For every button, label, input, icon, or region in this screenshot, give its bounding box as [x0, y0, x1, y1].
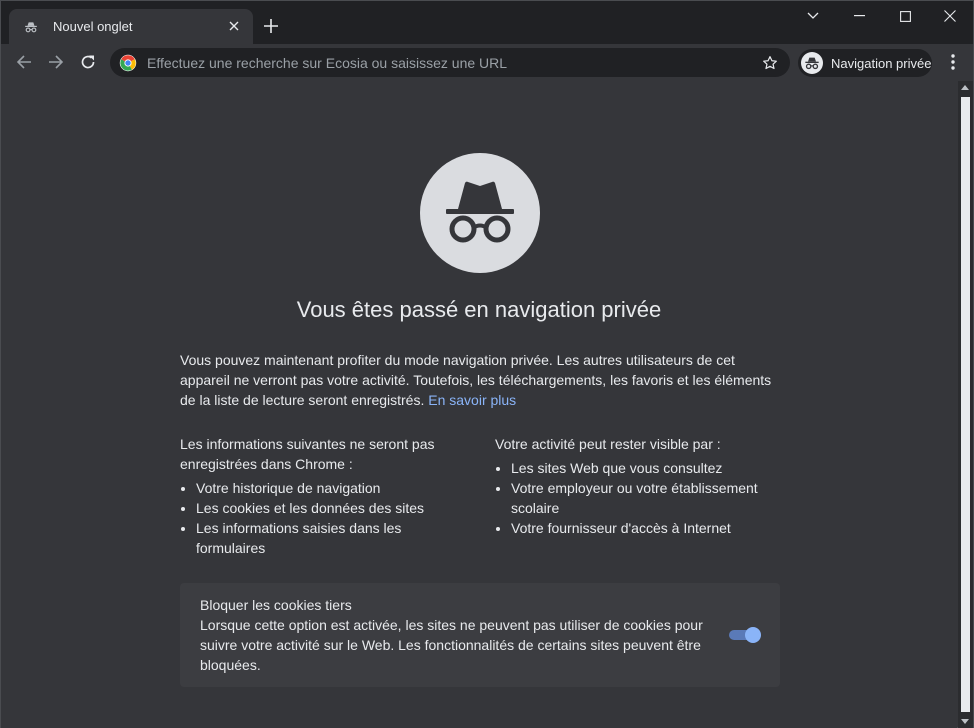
list-item: Votre fournisseur d'accès à Internet [511, 518, 780, 538]
back-button[interactable] [10, 48, 38, 76]
list-item: Votre historique de navigation [196, 478, 470, 498]
learn-more-link[interactable]: En savoir plus [428, 392, 516, 408]
intro-paragraph: Vous pouvez maintenant profiter du mode … [180, 350, 780, 410]
star-icon [763, 55, 777, 69]
tab-strip: Nouvel onglet [1, 1, 973, 44]
cookies-card-description: Lorsque cette option est activée, les si… [200, 617, 703, 673]
not-saved-list: Votre historique de navigation Les cooki… [180, 478, 470, 558]
page-scrollbar[interactable] [958, 81, 973, 728]
incognito-hero-icon [420, 153, 540, 273]
tab-close-icon[interactable] [225, 17, 243, 35]
incognito-profile-button[interactable]: Navigation privée [798, 49, 932, 77]
block-cookies-toggle[interactable] [729, 627, 761, 643]
incognito-page: Vous êtes passé en navigation privée Vou… [1, 81, 957, 728]
maximize-icon [899, 10, 911, 22]
not-saved-section: Les informations suivantes ne seront pas… [180, 434, 470, 558]
scrollbar-thumb[interactable] [961, 97, 970, 712]
list-item: Votre employeur ou votre établissement s… [511, 478, 780, 518]
search-engine-icon [119, 54, 137, 71]
tab-title: Nouvel onglet [53, 19, 133, 34]
close-icon [944, 10, 956, 22]
bookmark-star-button[interactable] [756, 49, 784, 77]
chevron-down-icon [807, 12, 819, 19]
list-item: Les cookies et les données des sites [196, 498, 470, 518]
profile-chip-label: Navigation privée [831, 55, 932, 71]
visible-to-list: Les sites Web que vous consultez Votre e… [495, 458, 780, 538]
minimize-button[interactable] [836, 1, 882, 31]
cookies-card-title: Bloquer les cookies tiers [200, 597, 352, 613]
incognito-avatar-icon [801, 52, 823, 74]
not-saved-heading: Les informations suivantes ne seront pas… [180, 436, 435, 472]
list-item: Les informations saisies dans les formul… [196, 518, 470, 558]
tab-search-button[interactable] [790, 1, 836, 31]
page-title: Vous êtes passé en navigation privée [296, 297, 662, 322]
scroll-up-icon[interactable] [961, 85, 969, 90]
new-tab-button[interactable] [260, 15, 282, 37]
arrow-left-icon [16, 55, 31, 69]
scroll-down-icon[interactable] [961, 719, 969, 724]
arrow-right-icon [49, 55, 64, 69]
menu-button[interactable] [941, 48, 965, 76]
close-window-button[interactable] [927, 1, 973, 31]
maximize-button[interactable] [882, 1, 928, 31]
list-item: Les sites Web que vous consultez [511, 458, 780, 478]
third-party-cookies-card: Bloquer les cookies tiers Lorsque cette … [180, 583, 780, 687]
browser-window: Nouvel onglet Effectuez une recherche su… [0, 0, 974, 728]
reload-icon [81, 55, 95, 69]
visible-to-section: Votre activité peut rester visible par :… [495, 434, 780, 538]
forward-button[interactable] [42, 48, 70, 76]
address-bar[interactable] [110, 48, 790, 77]
tab-new-tab[interactable]: Nouvel onglet [9, 9, 253, 44]
toolbar: Navigation privée [1, 44, 973, 81]
reload-button[interactable] [74, 48, 102, 76]
toggle-knob [745, 627, 761, 643]
visible-to-heading: Votre activité peut rester visible par : [495, 436, 721, 452]
more-vert-icon [951, 54, 955, 70]
url-input[interactable] [145, 53, 756, 72]
minimize-icon [853, 15, 865, 17]
incognito-icon [23, 19, 39, 35]
